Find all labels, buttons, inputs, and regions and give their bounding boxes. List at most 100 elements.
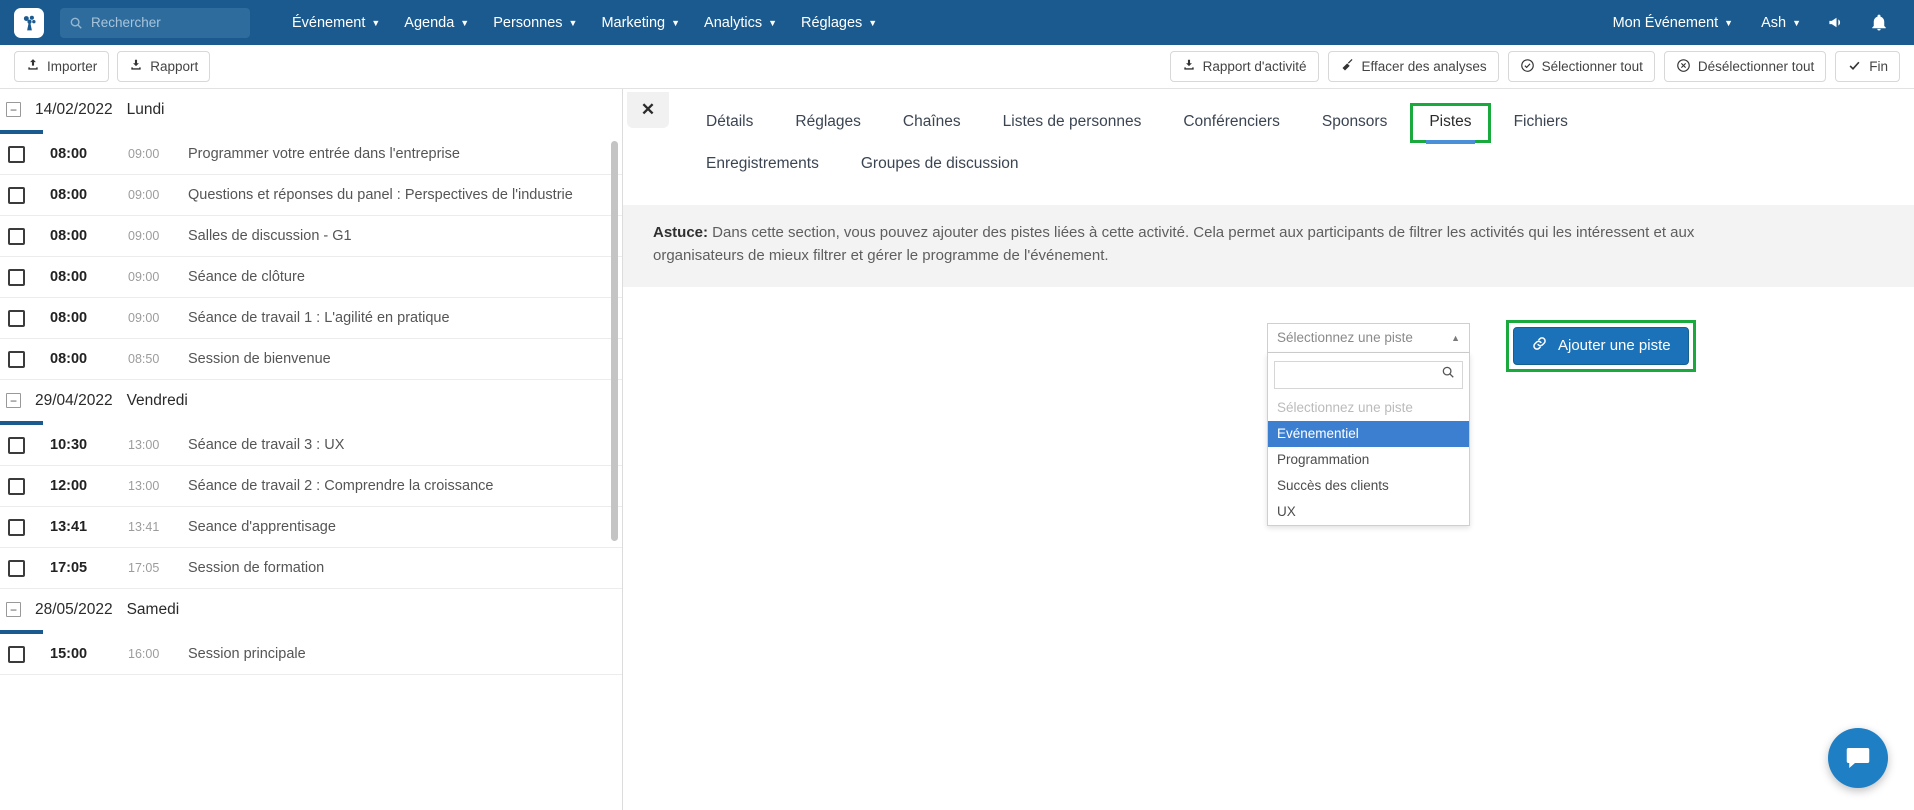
track-option-succes-des-clients[interactable]: Succès des clients [1268, 473, 1469, 499]
row-checkbox[interactable] [8, 309, 25, 327]
deselect-all-button[interactable]: Désélectionner tout [1663, 51, 1827, 82]
top-navigation-bar: Événement ▼ Agenda ▼ Personnes ▼ Marketi… [0, 0, 1914, 45]
table-row[interactable]: 15:00 16:00 Session principale [0, 634, 622, 675]
chevron-down-icon: ▼ [768, 18, 777, 28]
nav-item-personnes[interactable]: Personnes ▼ [481, 15, 589, 31]
close-icon[interactable]: ✕ [627, 92, 669, 128]
table-row[interactable]: 10:30 13:00 Séance de travail 3 : UX [0, 425, 622, 466]
day-weekday: Lundi [126, 100, 165, 118]
agenda-scrollbar[interactable] [611, 141, 618, 541]
nav-item-analytics[interactable]: Analytics ▼ [692, 15, 789, 31]
nav-item-marketing[interactable]: Marketing ▼ [589, 15, 692, 31]
nav-item-evenement[interactable]: Événement ▼ [280, 15, 392, 31]
select-all-button[interactable]: Sélectionner tout [1507, 51, 1655, 82]
tab-label: Fichiers [1513, 113, 1568, 130]
table-row[interactable]: 12:00 13:00 Séance de travail 2 : Compre… [0, 466, 622, 507]
row-checkbox[interactable] [8, 518, 25, 536]
add-track-button[interactable]: Ajouter une piste [1513, 326, 1689, 365]
add-track-highlight: Ajouter une piste [1506, 319, 1696, 372]
track-option-programmation[interactable]: Programmation [1268, 447, 1469, 473]
track-controls: Sélectionnez une piste ▲ Sélectionnez un… [1267, 319, 1914, 526]
row-checkbox[interactable] [8, 268, 25, 286]
activity-end-time: 13:41 [128, 520, 160, 534]
activity-end-time: 13:00 [128, 479, 160, 493]
activity-end-time: 17:05 [128, 561, 160, 575]
track-search-box[interactable] [1274, 360, 1463, 389]
nav-label: Personnes [493, 14, 563, 31]
tab-pistes[interactable]: Pistes [1410, 103, 1491, 144]
user-menu-label: Ash [1761, 14, 1787, 31]
nav-item-reglages[interactable]: Réglages ▼ [789, 15, 889, 31]
tab-label: Réglages [795, 113, 861, 130]
tab-reglages[interactable]: Réglages [778, 105, 878, 141]
collapse-minus-icon[interactable]: − [6, 602, 21, 617]
event-selector[interactable]: Mon Événement ▼ [1599, 15, 1748, 31]
search-input[interactable] [91, 15, 241, 30]
activity-title: Session principale [188, 646, 306, 662]
finish-button[interactable]: Fin [1835, 51, 1900, 82]
activity-start-time: 13:41 [50, 519, 88, 535]
track-option-placeholder[interactable]: Sélectionnez une piste [1268, 395, 1469, 421]
tab-sponsors[interactable]: Sponsors [1305, 105, 1404, 141]
check-icon [1847, 58, 1862, 76]
row-checkbox[interactable] [8, 436, 25, 454]
row-checkbox[interactable] [8, 227, 25, 245]
search-icon [69, 16, 83, 30]
import-button[interactable]: Importer [14, 51, 110, 82]
activity-start-time: 17:05 [50, 560, 88, 576]
track-select-header[interactable]: Sélectionnez une piste ▲ [1267, 322, 1470, 353]
table-row[interactable]: 08:00 09:00 Séance de travail 1 : L'agil… [0, 298, 622, 339]
track-option-ux[interactable]: UX [1268, 499, 1469, 525]
collapse-minus-icon[interactable]: − [6, 393, 21, 408]
day-date: 29/04/2022 [35, 391, 113, 409]
day-header[interactable]: − 28/05/2022 Samedi [0, 589, 622, 630]
tab-listes-de-personnes[interactable]: Listes de personnes [986, 105, 1159, 141]
activity-title: Séance de travail 2 : Comprendre la croi… [188, 478, 494, 494]
nav-item-agenda[interactable]: Agenda ▼ [392, 15, 481, 31]
tab-details[interactable]: Détails [689, 105, 770, 141]
day-header[interactable]: − 29/04/2022 Vendredi [0, 380, 622, 421]
clear-analytics-button[interactable]: Effacer des analyses [1327, 51, 1499, 82]
collapse-minus-icon[interactable]: − [6, 102, 21, 117]
track-select-dropdown[interactable]: Sélectionnez une piste ▲ Sélectionnez un… [1267, 322, 1470, 526]
tab-groupes-de-discussion[interactable]: Groupes de discussion [844, 147, 1036, 183]
activity-title: Programmer votre entrée dans l'entrepris… [188, 146, 460, 162]
megaphone-icon[interactable] [1815, 13, 1858, 32]
row-checkbox[interactable] [8, 645, 25, 663]
table-row[interactable]: 08:00 08:50 Session de bienvenue [0, 339, 622, 380]
track-option-evenementiel[interactable]: Evénementiel [1268, 420, 1469, 447]
add-track-button-label: Ajouter une piste [1558, 337, 1671, 355]
activity-report-button[interactable]: Rapport d'activité [1169, 51, 1319, 82]
row-checkbox[interactable] [8, 477, 25, 495]
table-row[interactable]: 08:00 09:00 Questions et réponses du pan… [0, 175, 622, 216]
table-row[interactable]: 13:41 13:41 Seance d'apprentisage [0, 507, 622, 548]
table-row[interactable]: 08:00 09:00 Séance de clôture [0, 257, 622, 298]
global-search-box[interactable] [60, 7, 250, 38]
chat-icon[interactable] [1828, 728, 1888, 788]
row-checkbox[interactable] [8, 186, 25, 204]
hint-text: Astuce: Dans cette section, vous pouvez … [653, 222, 1783, 268]
track-search-input[interactable] [1282, 367, 1441, 383]
app-logo-icon[interactable] [14, 7, 44, 38]
row-checkbox[interactable] [8, 350, 25, 368]
tab-enregistrements[interactable]: Enregistrements [689, 147, 836, 183]
active-tab-underline [1426, 140, 1475, 144]
bell-icon[interactable] [1858, 14, 1900, 32]
search-icon [1441, 365, 1455, 384]
table-row[interactable]: 17:05 17:05 Session de formation [0, 548, 622, 589]
tab-conferenciers[interactable]: Conférenciers [1166, 105, 1297, 141]
chevron-down-icon: ▼ [460, 18, 470, 28]
table-row[interactable]: 08:00 09:00 Programmer votre entrée dans… [0, 134, 622, 175]
user-menu[interactable]: Ash ▼ [1747, 15, 1815, 31]
clear-analytics-label: Effacer des analyses [1361, 59, 1487, 74]
table-row[interactable]: 08:00 09:00 Salles de discussion - G1 [0, 216, 622, 257]
report-button[interactable]: Rapport [117, 51, 211, 82]
tab-fichiers[interactable]: Fichiers [1497, 105, 1585, 141]
row-checkbox[interactable] [8, 145, 25, 163]
x-circle-icon [1676, 58, 1691, 76]
tab-chaines[interactable]: Chaînes [886, 105, 978, 141]
day-header[interactable]: − 14/02/2022 Lundi [0, 89, 622, 130]
chevron-up-icon: ▲ [1451, 332, 1460, 343]
row-checkbox[interactable] [8, 559, 25, 577]
day-date: 14/02/2022 [35, 100, 113, 118]
